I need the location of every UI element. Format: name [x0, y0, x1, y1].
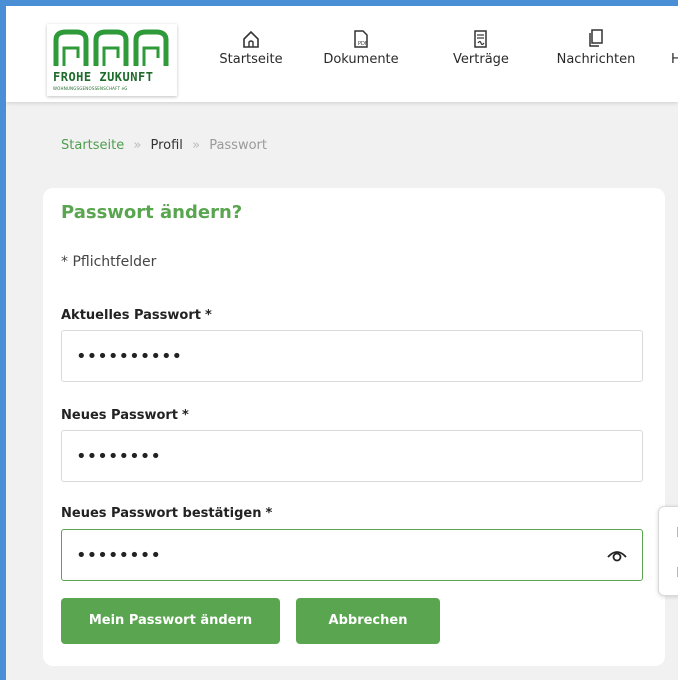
home-icon: [243, 30, 259, 48]
nav-label: H: [671, 52, 678, 67]
label-text: Neues Passwort bestätigen: [61, 506, 262, 521]
nav-label: Dokumente: [323, 52, 399, 67]
password-manager-popup[interactable]: [658, 506, 678, 596]
nav-label: Startseite: [219, 52, 283, 67]
more-icon: [671, 28, 678, 50]
current-password-label: Aktuelles Passwort *: [61, 308, 212, 323]
breadcrumb-separator: »: [133, 138, 142, 153]
nav-item-nachrichten[interactable]: Nachrichten: [551, 28, 641, 67]
browser-viewport: FROHE ZUKUNFT WOHNUNGSGENOSSENSCHAFT eG …: [6, 6, 678, 680]
breadcrumb-separator: »: [192, 138, 201, 153]
label-text: Aktuelles Passwort: [61, 308, 201, 323]
brand-name: FROHE ZUKUNFT: [53, 70, 154, 84]
new-password-label: Neues Passwort *: [61, 408, 189, 423]
breadcrumb: Startseite » Profil » Passwort: [61, 138, 267, 153]
breadcrumb-profile[interactable]: Profil: [151, 138, 183, 153]
confirm-password-label: Neues Passwort bestätigen *: [61, 506, 272, 521]
change-password-card: Passwort ändern? * Pflichtfelder Aktuell…: [43, 188, 665, 666]
brand-subtitle: WOHNUNGSGENOSSENSCHAFT eG: [53, 86, 128, 91]
page-title: Passwort ändern?: [61, 202, 243, 223]
field-value: ••••••••: [76, 446, 161, 467]
change-password-button[interactable]: Mein Passwort ändern: [61, 598, 280, 644]
logo-houses-icon: [53, 29, 169, 66]
contract-icon: [474, 30, 487, 48]
show-password-eye-icon[interactable]: [606, 546, 628, 564]
required-star: *: [265, 506, 273, 521]
nav-label: Nachrichten: [556, 52, 636, 67]
confirm-password-field[interactable]: ••••••••: [61, 529, 643, 581]
nav-label: Verträge: [453, 52, 509, 67]
field-value: ••••••••••: [76, 346, 183, 367]
required-star: *: [204, 308, 212, 323]
cancel-button[interactable]: Abbrechen: [296, 598, 440, 644]
pdf-document-icon: PDF: [354, 30, 368, 48]
label-text: Neues Passwort: [61, 408, 179, 423]
breadcrumb-home[interactable]: Startseite: [61, 138, 124, 153]
messages-icon: [589, 29, 603, 47]
top-header: FROHE ZUKUNFT WOHNUNGSGENOSSENSCHAFT eG …: [6, 6, 678, 102]
nav-item-startseite[interactable]: Startseite: [216, 28, 286, 67]
svg-text:PDF: PDF: [358, 41, 368, 47]
required-fields-note: * Pflichtfelder: [61, 254, 157, 270]
current-password-field[interactable]: ••••••••••: [61, 330, 643, 382]
breadcrumb-current: Passwort: [209, 138, 267, 153]
nav-item-dokumente[interactable]: PDF Dokumente: [321, 28, 401, 67]
nav-item-vertraege[interactable]: Verträge: [446, 28, 516, 67]
brand-logo[interactable]: FROHE ZUKUNFT WOHNUNGSGENOSSENSCHAFT eG: [47, 24, 177, 96]
required-star: *: [182, 408, 189, 423]
new-password-field[interactable]: ••••••••: [61, 430, 643, 482]
nav-item-more[interactable]: H: [671, 28, 678, 67]
field-value: ••••••••: [76, 545, 161, 566]
